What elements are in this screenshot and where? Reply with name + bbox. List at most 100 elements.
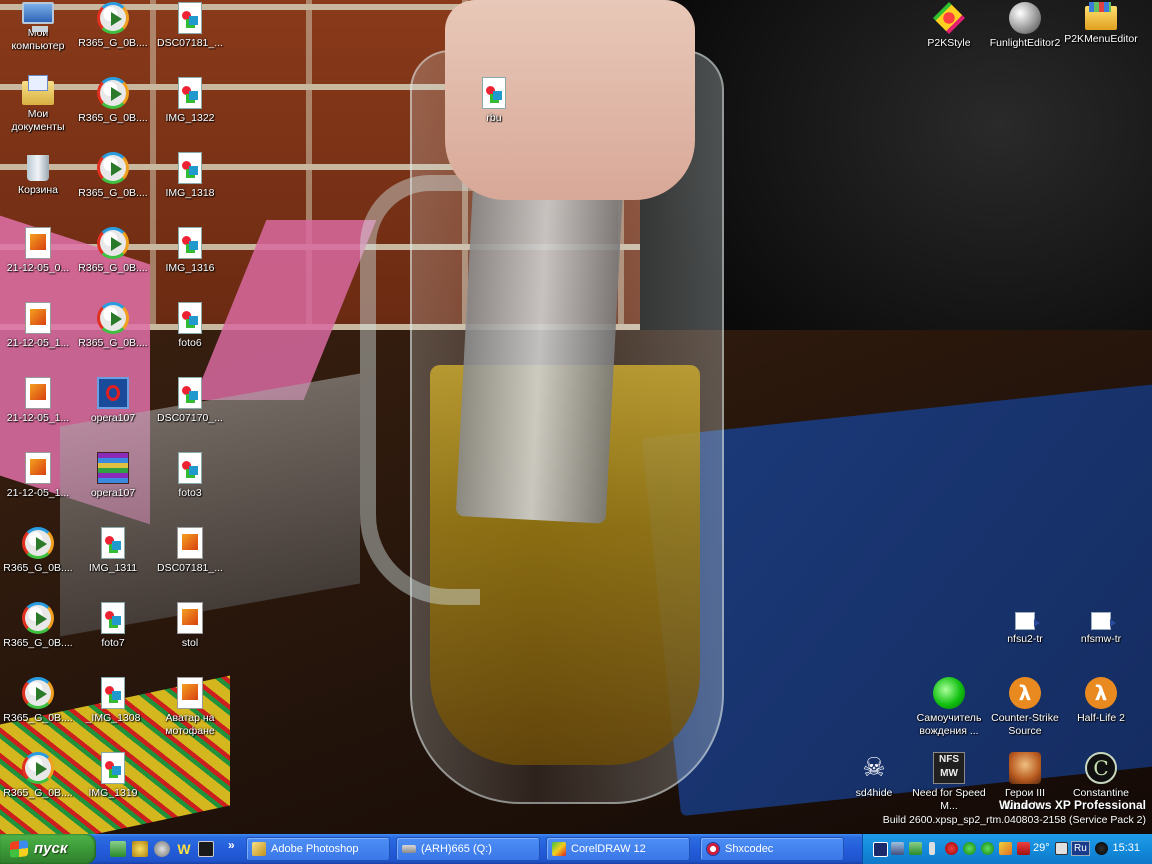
desktop-icon-my-computer[interactable]: Мой компьютер [0, 0, 76, 72]
task-button-drive[interactable]: (ARH)665 (Q:) [396, 837, 540, 861]
image-file-icon [25, 452, 51, 484]
clock[interactable]: 15:31 [1112, 842, 1140, 854]
recycle-bin-icon [27, 155, 49, 181]
tray-green-app-icon[interactable] [909, 842, 922, 855]
quicklaunch-app-icon[interactable] [110, 841, 126, 857]
image-file-icon [178, 452, 202, 484]
desktop-icon-video[interactable]: R365_G_0B.... [0, 525, 76, 597]
desktop-icon-image[interactable]: DSC07181_... [152, 0, 228, 72]
media-player-icon [22, 602, 54, 634]
desktop-icon-file[interactable]: 21-12-05_1... [0, 300, 76, 372]
desktop-icon-my-documents[interactable]: Мои документы [0, 75, 76, 147]
image-file-icon [178, 152, 202, 184]
tray-alert-icon[interactable] [1017, 842, 1030, 855]
tray-app-icon[interactable] [873, 842, 888, 857]
desktop-icon-file[interactable]: 21-12-05_1... [0, 375, 76, 447]
taskbar: пуск W » Adobe Photoshop (ARH)665 (Q:) C… [0, 834, 1152, 864]
desktop-icon-video[interactable]: R365_G_0B.... [0, 600, 76, 672]
image-file-icon [177, 677, 203, 709]
quicklaunch-bus-icon[interactable] [198, 841, 214, 857]
tray-bug-icon[interactable] [1095, 842, 1108, 855]
quicklaunch-messenger-icon[interactable] [132, 841, 148, 857]
winrar-icon [97, 452, 129, 484]
task-button-photoshop[interactable]: Adobe Photoshop [246, 837, 390, 861]
quicklaunch-settings-icon[interactable] [154, 841, 170, 857]
desktop-icon-video[interactable]: R365_G_0B.... [75, 300, 151, 372]
desktop-icon-file[interactable]: 21-12-05_1... [0, 450, 76, 522]
desktop-icon-p2kstyle[interactable]: P2KStyle [911, 0, 987, 72]
tray-doc-icon[interactable] [1055, 842, 1068, 855]
desktop-icon-p2k-menu-editor[interactable]: P2KMenuEditor [1063, 0, 1139, 72]
desktop-icon-image[interactable]: _IMG_1308 [75, 675, 151, 747]
desktop-icon-file[interactable]: 21-12-05_0... [0, 225, 76, 297]
media-player-icon [22, 752, 54, 784]
tray-network-icon[interactable] [891, 842, 904, 855]
windows-logo-icon [10, 840, 28, 858]
media-player-icon [22, 527, 54, 559]
media-player-icon [97, 302, 129, 334]
task-button-coreldraw[interactable]: CorelDRAW 12 [546, 837, 690, 861]
start-button[interactable]: пуск [0, 834, 96, 864]
tray-opera-icon[interactable] [945, 842, 958, 855]
desktop-icon-recycle-bin[interactable]: Корзина [0, 150, 76, 222]
quicklaunch-chevron-icon[interactable]: » [228, 838, 235, 852]
image-file-icon [178, 227, 202, 259]
media-player-icon [97, 152, 129, 184]
my-computer-icon [22, 2, 54, 32]
desktop-icon-driving-tutor[interactable]: Самоучитель вождения ... [911, 675, 987, 747]
desktop-icon-opera107-archive[interactable]: opera107 [75, 450, 151, 522]
image-file-icon [25, 302, 51, 334]
tray-icq-icon[interactable] [963, 842, 976, 855]
desktop-icon-video[interactable]: R365_G_0B.... [75, 75, 151, 147]
task-button-shxcodec[interactable]: Shxcodec [700, 837, 844, 861]
opera-icon [97, 377, 129, 409]
desktop-icon-image[interactable]: IMG_1316 [152, 225, 228, 297]
image-file-icon [178, 302, 202, 334]
desktop-icon-image[interactable]: Аватар на мотофане [152, 675, 228, 747]
media-player-icon [97, 227, 129, 259]
system-tray: 29° Ru 15:31 [862, 834, 1152, 864]
desktop-icon-image[interactable]: IMG_1322 [152, 75, 228, 147]
image-file-icon [177, 602, 203, 634]
desktop-icon-image[interactable]: DSC07170_... [152, 375, 228, 447]
desktop-icon-funlight-editor[interactable]: FunlightEditor2 [987, 0, 1063, 72]
desktop-icon-video[interactable]: R365_G_0B.... [0, 750, 76, 822]
tray-pencil-icon[interactable] [999, 842, 1012, 855]
desktop-icon-nfsu2-tr[interactable]: nfsu2-tr [987, 600, 1063, 672]
tray-device-icon[interactable] [929, 842, 935, 855]
desktop-icon-image[interactable]: DSC07181_... [152, 525, 228, 597]
desktop-icon-counter-strike[interactable]: λ Counter-Strike Source [987, 675, 1063, 747]
image-file-icon [25, 377, 51, 409]
language-indicator[interactable]: Ru [1071, 841, 1090, 856]
shortcut-file-icon [1091, 612, 1116, 630]
desktop-icon-image[interactable]: foto7 [75, 600, 151, 672]
desktop-icon-image[interactable]: IMG_1319 [75, 750, 151, 822]
media-player-icon [22, 677, 54, 709]
desktop-icon-nfsmw-tr[interactable]: nfsmw-tr [1063, 600, 1139, 672]
image-file-icon [101, 752, 125, 784]
quicklaunch-w-icon[interactable]: W [176, 841, 192, 857]
desktop-icon-video[interactable]: R365_G_0B.... [75, 225, 151, 297]
desktop-icon-video[interactable]: R365_G_0B.... [75, 0, 151, 72]
desktop-icon-image[interactable]: rbu [456, 75, 532, 147]
quick-launch-bar: W [104, 834, 242, 864]
shortcut-file-icon [1015, 612, 1040, 630]
image-file-icon [101, 677, 125, 709]
image-file-icon [178, 77, 202, 109]
desktop-icon-image[interactable]: foto3 [152, 450, 228, 522]
tray-temperature: 29° [1033, 842, 1050, 854]
heroes-icon [1009, 752, 1041, 784]
desktop-icon-image[interactable]: stol [152, 600, 228, 672]
desktop-icon-image[interactable]: IMG_1318 [152, 150, 228, 222]
desktop-icon-image[interactable]: IMG_1311 [75, 525, 151, 597]
desktop-icon-half-life-2[interactable]: λ Half-Life 2 [1063, 675, 1139, 747]
desktop-icon-image[interactable]: foto6 [152, 300, 228, 372]
constantine-icon: C [1085, 752, 1117, 784]
desktop-icon-opera107[interactable]: opera107 [75, 375, 151, 447]
tray-flower-icon[interactable] [981, 842, 994, 855]
skull-icon: ☠ [862, 753, 886, 783]
image-file-icon [482, 77, 506, 109]
desktop-icon-video[interactable]: R365_G_0B.... [0, 675, 76, 747]
nfs-mw-icon: NFS MW [933, 752, 965, 784]
desktop-icon-video[interactable]: R365_G_0B.... [75, 150, 151, 222]
